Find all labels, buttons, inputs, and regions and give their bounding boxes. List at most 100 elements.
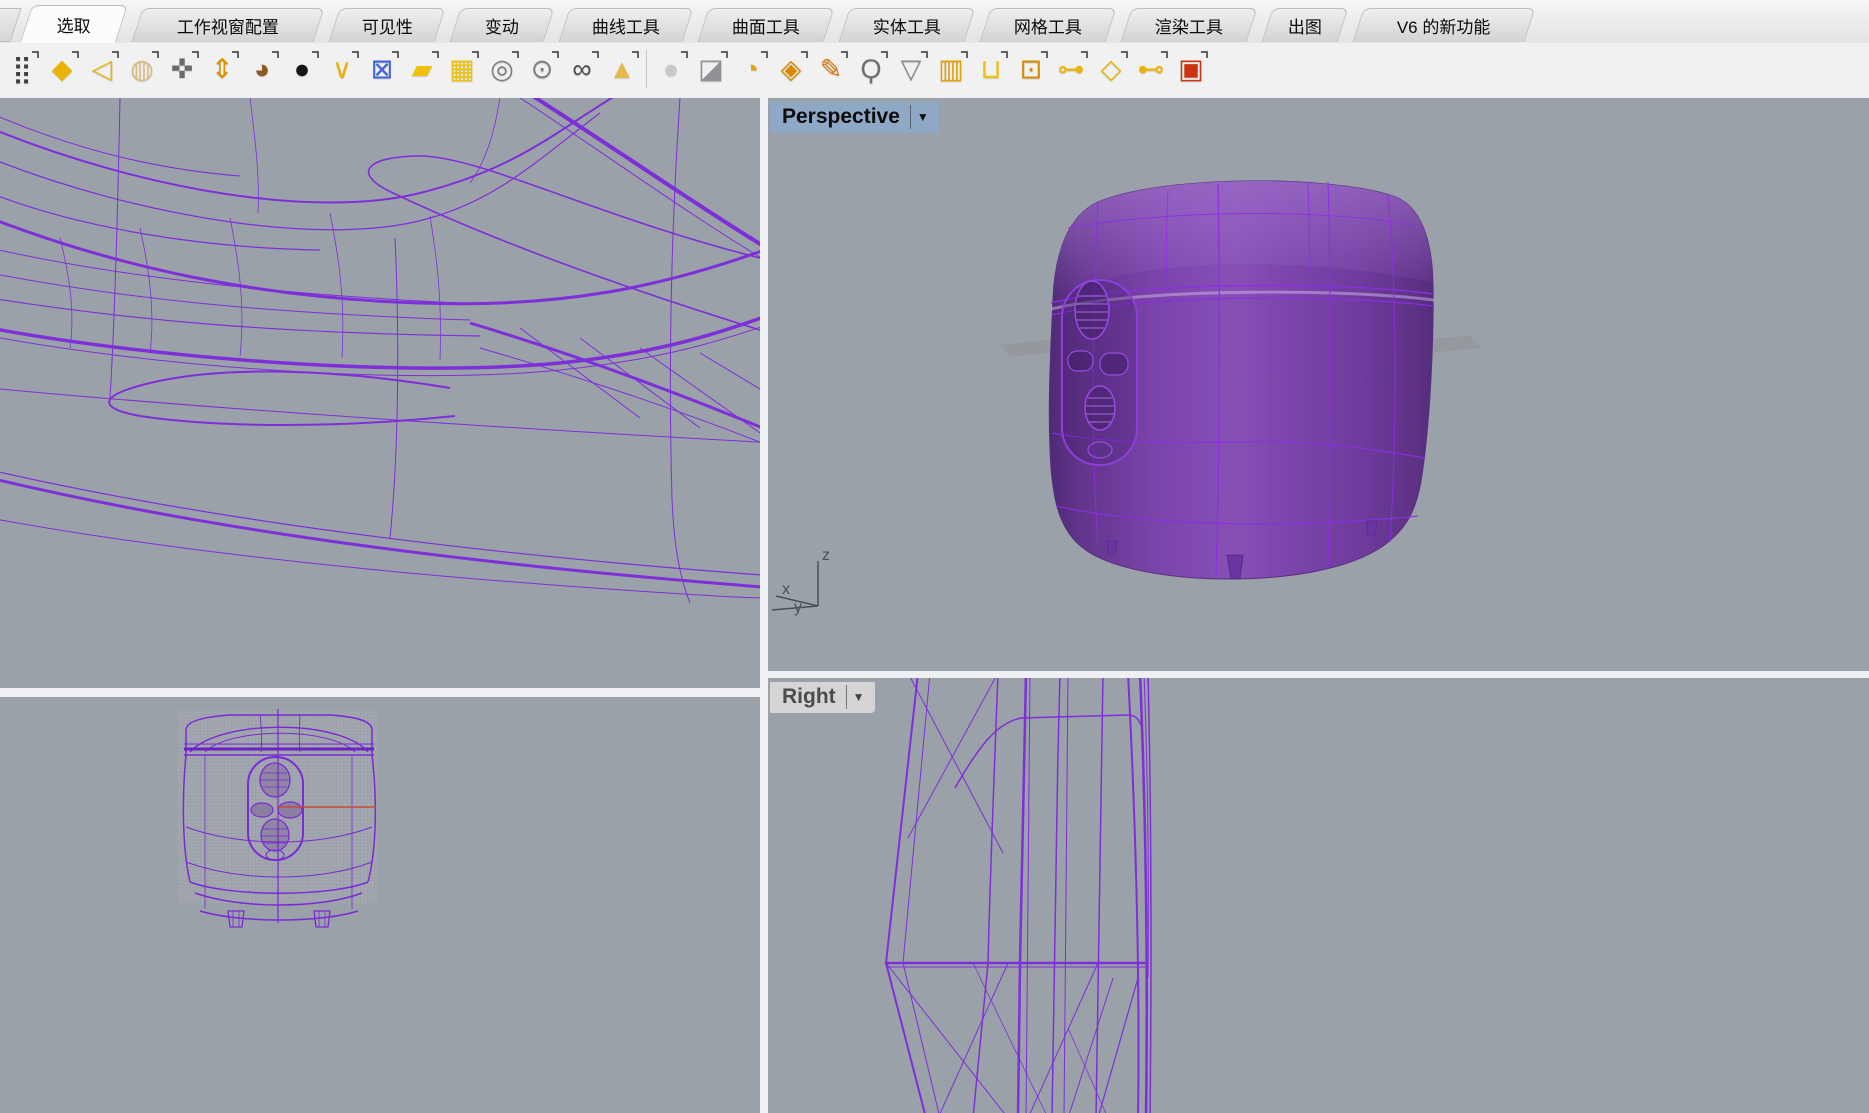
cylinder-frame-icon[interactable]: ⊡ — [1011, 46, 1051, 92]
shape-set-icon[interactable]: ◔ — [731, 46, 771, 92]
tag-label-glyph: ◇ — [1101, 56, 1122, 83]
tab-viewport-config[interactable]: 工作视窗配置 — [131, 8, 324, 42]
corner-surface-glyph: ∨ — [332, 56, 352, 83]
magnifier-icon[interactable]: Ϙ — [851, 46, 891, 92]
red-block-glyph: ▣ — [1178, 56, 1204, 83]
rhino-window: 选取 工作视窗配置可见性变动曲线工具曲面工具 实体工具 网格工具 渲染工具 出图 V6 的新… — [0, 0, 1869, 1113]
tag-label-icon[interactable]: ◇ — [1091, 46, 1131, 92]
lasso-select-icon[interactable]: ◁ — [82, 46, 122, 92]
flyout-corner — [152, 51, 159, 58]
scale-handle-icon[interactable]: ⇕ — [202, 46, 242, 92]
viewport-perspective[interactable]: z x y Perspective ▼ — [768, 98, 1869, 671]
fence-bars-icon[interactable]: ▥ — [931, 46, 971, 92]
paintbrush-glyph: ✎ — [820, 56, 843, 83]
viewport-grid: z x y Perspective ▼ — [0, 95, 1869, 1113]
point-cloud-icon[interactable]: ⣿ — [2, 46, 42, 92]
grid-plane-glyph: ▦ — [449, 56, 475, 83]
label-separator — [910, 105, 911, 129]
pyramid-solid-icon[interactable]: ▲ — [602, 46, 642, 92]
viewport-top-left[interactable] — [0, 98, 760, 688]
tab-label: 渲染工具 — [1155, 13, 1223, 38]
tab-label: 实体工具 — [873, 13, 941, 38]
tab-label: V6 的新功能 — [1397, 13, 1491, 38]
tab-visibility[interactable]: 可见性 — [328, 8, 445, 42]
drop-colors-icon[interactable]: ◕ — [242, 46, 282, 92]
axis-label-z: z — [822, 547, 830, 564]
flyout-corner — [681, 51, 688, 58]
tab-v6-new-features[interactable]: V6 的新功能 — [1352, 8, 1535, 42]
flyout-corner — [232, 51, 239, 58]
tab-mesh-tools[interactable]: 网格工具 — [979, 8, 1116, 42]
u-box-glyph: ⊔ — [980, 56, 1001, 83]
funnel-filter-icon[interactable]: ▽ — [891, 46, 931, 92]
flyout-corner — [472, 51, 479, 58]
flyout-corner — [921, 51, 928, 58]
tab-curve-tools[interactable]: 曲线工具 — [558, 8, 693, 42]
cube-wireframe-icon[interactable]: ◪ — [691, 46, 731, 92]
wireframe-curves-topleft — [0, 98, 760, 688]
flyout-corner — [512, 51, 519, 58]
paintbrush-icon[interactable]: ✎ — [811, 46, 851, 92]
chevron-down-icon[interactable]: ▼ — [917, 111, 933, 123]
viewport-divider-horizontal-left[interactable] — [0, 688, 760, 697]
point-sphere-icon[interactable]: ⊙ — [522, 46, 562, 92]
tab-edge-fragment — [0, 8, 22, 42]
chain-edges-icon[interactable]: ∞ — [562, 46, 602, 92]
viewport-divider-horizontal-right[interactable] — [768, 671, 1869, 678]
viewport-title: Perspective — [782, 105, 900, 129]
chain-edges-glyph: ∞ — [572, 56, 591, 83]
magnifier-glyph: Ϙ — [860, 56, 881, 83]
tab-surface-tools[interactable]: 曲面工具 — [697, 8, 834, 42]
axis-label-y: y — [794, 599, 802, 616]
key-icon[interactable]: ⊶ — [1051, 46, 1091, 92]
extract-subobject-glyph: ⊠ — [371, 56, 394, 83]
tab-transform[interactable]: 变动 — [449, 8, 554, 42]
black-sphere-glyph: ● — [294, 56, 310, 83]
tab-solid-tools[interactable]: 实体工具 — [838, 8, 975, 42]
flyout-corner — [801, 51, 808, 58]
sphere-solid-glyph: ● — [663, 56, 679, 83]
viewport-label-perspective[interactable]: Perspective ▼ — [770, 102, 939, 133]
move-arrows-icon[interactable]: ✜ — [162, 46, 202, 92]
select-volume-glyph: ◆ — [52, 56, 73, 83]
cube-droplet-icon[interactable]: ◈ — [771, 46, 811, 92]
tab-label: 选取 — [57, 12, 91, 37]
plane-tool-icon[interactable]: ▰ — [402, 46, 442, 92]
flyout-corner — [961, 51, 968, 58]
viewport-label-right[interactable]: Right ▼ — [770, 682, 875, 713]
tab-render-tools[interactable]: 渲染工具 — [1120, 8, 1257, 42]
viewport-front[interactable] — [0, 697, 760, 1113]
extract-subobject-icon[interactable]: ⊠ — [362, 46, 402, 92]
u-box-icon[interactable]: ⊔ — [971, 46, 1011, 92]
black-sphere-icon[interactable]: ● — [282, 46, 322, 92]
lasso-select-glyph: ◁ — [92, 56, 113, 83]
viewport-divider-vertical[interactable] — [760, 95, 768, 1113]
corner-surface-icon[interactable]: ∨ — [322, 46, 362, 92]
flyout-corner — [841, 51, 848, 58]
label-separator — [846, 685, 847, 709]
tab-bar-tabs: 选取 工作视窗配置可见性变动曲线工具曲面工具 实体工具 网格工具 渲染工具 出图 V6 的新… — [26, 0, 1545, 42]
chevron-down-icon[interactable]: ▼ — [853, 691, 869, 703]
fence-bars-glyph: ▥ — [938, 56, 964, 83]
grid-plane-icon[interactable]: ▦ — [442, 46, 482, 92]
hatch-pattern-icon[interactable]: ◍ — [122, 46, 162, 92]
drop-colors-glyph: ◕ — [254, 56, 270, 83]
flyout-corner — [1201, 51, 1208, 58]
flyout-corner — [881, 51, 888, 58]
flyout-corner — [72, 51, 79, 58]
select-volume-icon[interactable]: ◆ — [42, 46, 82, 92]
tab-select[interactable]: 选取 — [20, 5, 128, 42]
spiral-curve-icon[interactable]: ◎ — [482, 46, 522, 92]
funnel-filter-glyph: ▽ — [901, 56, 922, 83]
spiral-curve-glyph: ◎ — [490, 56, 514, 83]
flyout-corner — [721, 51, 728, 58]
red-block-icon[interactable]: ▣ — [1171, 46, 1211, 92]
sphere-solid-icon[interactable]: ● — [651, 46, 691, 92]
point-sphere-glyph: ⊙ — [531, 56, 554, 83]
flyout-corner — [1121, 51, 1128, 58]
viewport-right[interactable]: Right ▼ — [768, 678, 1869, 1113]
shape-set-glyph: ◔ — [743, 56, 759, 83]
control-panel — [1062, 280, 1137, 465]
key-tag-icon[interactable]: ⊷ — [1131, 46, 1171, 92]
tab-layout[interactable]: 出图 — [1261, 8, 1348, 42]
